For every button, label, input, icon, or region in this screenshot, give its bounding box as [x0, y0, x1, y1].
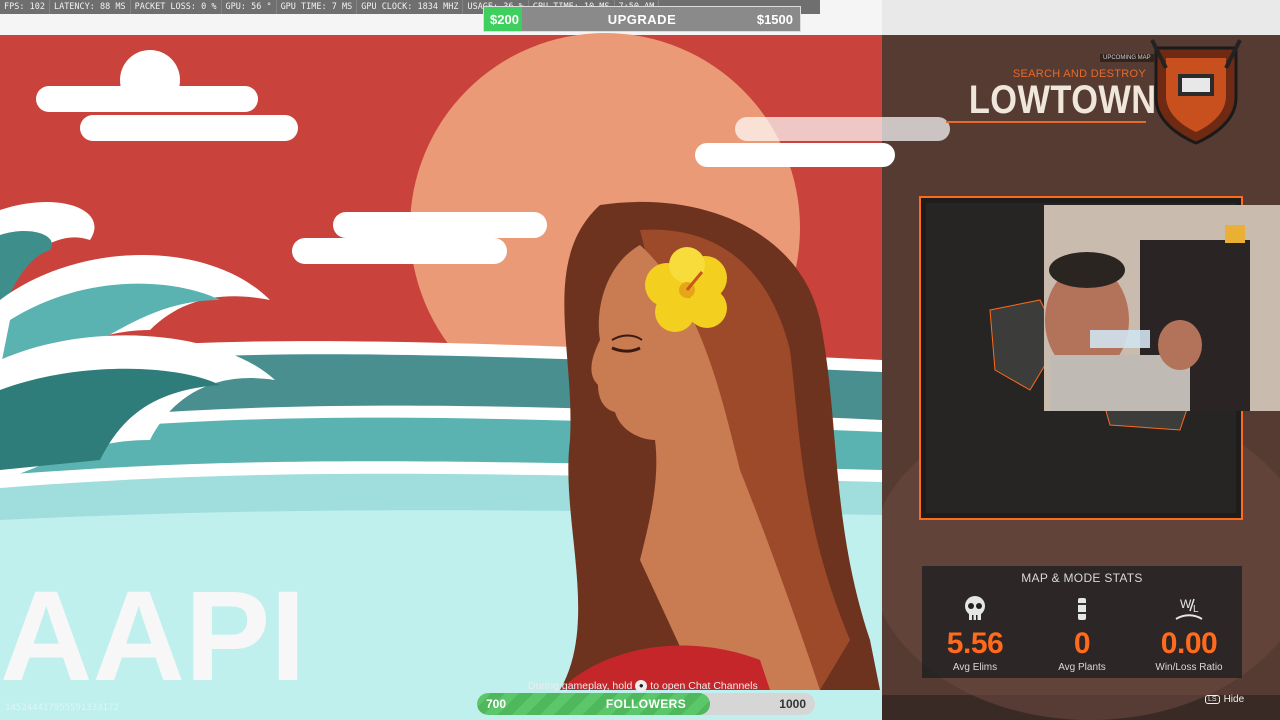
- hide-label: Hide: [1223, 694, 1245, 705]
- chat-channels-hint: During gameplay, hold ● to open Chat Chann…: [528, 680, 758, 693]
- gpu-clock-readout: GPU CLOCK: 1834 MHZ: [357, 0, 464, 14]
- packet-loss-readout: PACKET LOSS: 0 %: [131, 0, 222, 14]
- stat-value: 0: [1073, 627, 1091, 660]
- upgrade-goal-bar: $200 UPGRADE $1500: [483, 6, 801, 32]
- map-mode-stats-panel: MAP & MODE STATS 5.56 Avg Elims 0 Avg Pl…: [922, 566, 1242, 678]
- hide-button[interactable]: LS Hide: [1205, 694, 1244, 705]
- followers-label: FOLLOWERS: [605, 697, 687, 711]
- stat-avg-elims: 5.56 Avg Elims: [922, 594, 1028, 673]
- upcoming-map-tag: UPCOMING MAP: [1100, 54, 1154, 62]
- latency-readout: LATENCY: 88 MS: [50, 0, 131, 14]
- skull-icon: [922, 594, 1028, 624]
- fps-readout: FPS: 102: [0, 0, 50, 14]
- user-id-watermark: 145244417955591333172: [5, 703, 119, 713]
- svg-text:L: L: [1193, 604, 1199, 615]
- stat-label: Avg Elims: [952, 662, 998, 673]
- stat-win-loss-ratio: WL 0.00 Win/Loss Ratio: [1136, 594, 1242, 673]
- stat-value: 0.00: [1160, 627, 1218, 660]
- map-name: LOWTOWN: [968, 78, 1157, 122]
- stat-value: 5.56: [946, 627, 1004, 660]
- win-loss-icon: WL: [1136, 594, 1242, 624]
- ls-button-icon: LS: [1205, 695, 1220, 704]
- followers-goal-value: 1000: [779, 697, 806, 711]
- hint-text-after: to open Chat Channels: [650, 680, 758, 692]
- hint-text-before: During gameplay, hold: [528, 680, 633, 692]
- stat-label: Avg Plants: [1058, 662, 1106, 673]
- controller-button-icon: ●: [635, 680, 648, 693]
- webcam-feed: [1044, 205, 1280, 411]
- gpu-temp-readout: GPU: 56 °: [222, 0, 277, 14]
- stat-avg-plants: 0 Avg Plants: [1029, 594, 1135, 673]
- stat-label: Win/Loss Ratio: [1155, 662, 1223, 673]
- upgrade-label: UPGRADE: [607, 12, 677, 27]
- bomb-icon: [1029, 594, 1135, 624]
- followers-goal-bar: 700 FOLLOWERS 1000: [477, 693, 815, 715]
- aapi-text: AAPI: [0, 565, 306, 708]
- upgrade-goal-value: $1500: [756, 12, 793, 27]
- stats-heading: MAP & MODE STATS: [1021, 571, 1143, 585]
- gpu-time-readout: GPU TIME: 7 MS: [277, 0, 358, 14]
